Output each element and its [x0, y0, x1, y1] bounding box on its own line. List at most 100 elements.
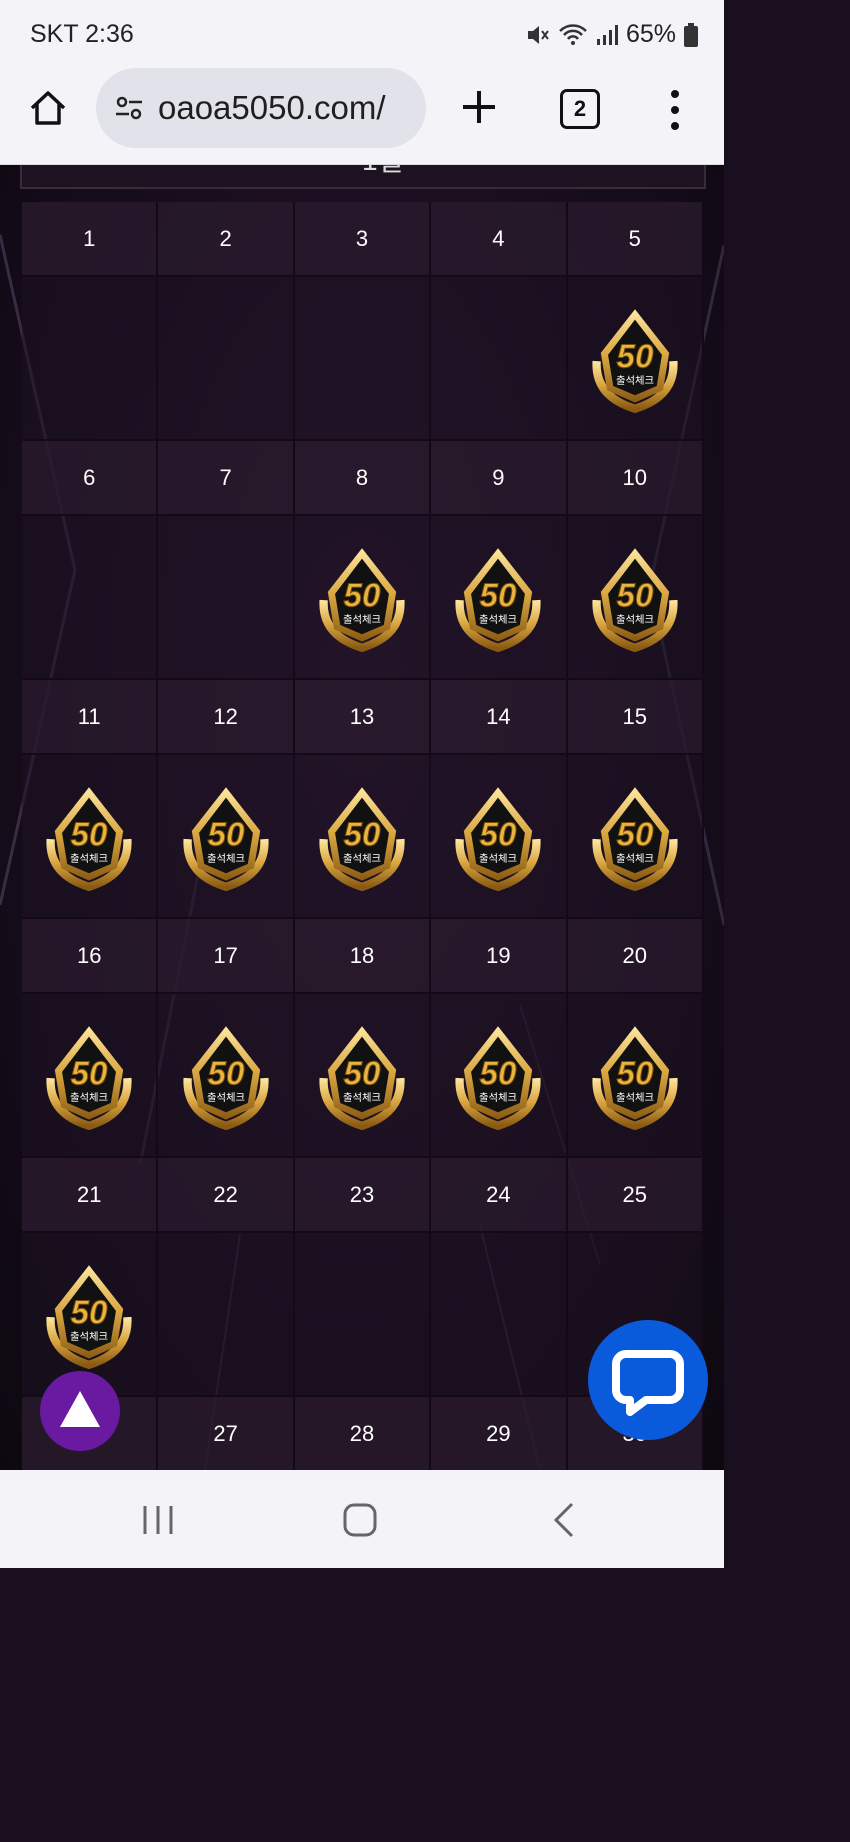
attendance-stamp: 50 출석체크: [431, 516, 568, 680]
attendance-calendar: 1 2 3 4 5 50 출석체크 6 7 8 9 10 50 출석체크 50 출석체크 50 출석체크 11 12 1…: [22, 202, 704, 1470]
day-number: 21: [22, 1158, 159, 1233]
new-tab-icon[interactable]: [458, 86, 500, 128]
empty-day-cell: [431, 1233, 568, 1397]
calendar-day-row: 16 17 18 19 20: [22, 919, 704, 994]
day-number: 13: [294, 680, 432, 755]
badge-number: 50: [71, 1294, 108, 1331]
day-number: 3: [294, 202, 432, 277]
badge-caption: 출석체크: [343, 614, 381, 626]
badge-number: 50: [480, 816, 517, 853]
attendance-stamp: 50 출석체크: [22, 994, 159, 1158]
attendance-stamp: 50 출석체크: [294, 755, 432, 919]
badge-number: 50: [344, 577, 381, 614]
day-number: 23: [294, 1158, 432, 1233]
home-icon[interactable]: [26, 86, 70, 130]
attendance-stamp: 50 출석체크: [567, 277, 704, 441]
day-number: 22: [158, 1158, 295, 1233]
calendar-stamp-row: 50 출석체크 50 출석체크 50 출석체크 50 출석체크 50 출석체크: [22, 994, 704, 1158]
day-number: 17: [158, 919, 295, 994]
badge-caption: 출석체크: [616, 853, 654, 865]
badge-caption: 출석체크: [70, 1331, 108, 1343]
day-number: 5: [567, 202, 704, 277]
badge-caption: 출석체크: [207, 1092, 245, 1104]
status-icons: 65%: [524, 20, 698, 49]
chat-button[interactable]: [588, 1320, 708, 1440]
empty-day-cell: [158, 277, 295, 441]
day-number: 25: [567, 1158, 704, 1233]
empty-day-cell: [158, 1233, 295, 1397]
up-arrow-icon: [60, 1391, 100, 1427]
badge-number: 50: [480, 1055, 517, 1092]
empty-day-cell: [158, 516, 295, 680]
day-number: 12: [158, 680, 295, 755]
day-number: 27: [158, 1397, 295, 1470]
day-number: 15: [567, 680, 704, 755]
browser-toolbar: oaoa5050.com/ 2: [0, 66, 724, 165]
scroll-top-button[interactable]: [40, 1371, 120, 1451]
empty-day-cell: [431, 277, 568, 441]
badge-number: 50: [616, 816, 653, 853]
day-number: 7: [158, 441, 295, 516]
badge-caption: 출석체크: [343, 1092, 381, 1104]
badge-caption: 출석체크: [70, 1092, 108, 1104]
badge-number: 50: [207, 1055, 244, 1092]
day-number: 1: [22, 202, 159, 277]
empty-day-cell: [22, 516, 159, 680]
attendance-stamp: 50 출석체크: [431, 994, 568, 1158]
calendar-stamp-row: 50 출석체크 50 출석체크 50 출석체크 50 출석체크 50 출석체크: [22, 755, 704, 919]
day-number: 8: [294, 441, 432, 516]
home-nav-icon[interactable]: [342, 1502, 378, 1538]
badge-number: 50: [71, 1055, 108, 1092]
badge-caption: 출석체크: [343, 853, 381, 865]
day-number: 6: [22, 441, 159, 516]
attendance-stamp: 50 출석체크: [158, 994, 295, 1158]
day-number: 2: [158, 202, 295, 277]
calendar-day-row: 6 7 8 9 10: [22, 441, 704, 516]
back-icon[interactable]: [552, 1502, 576, 1538]
empty-day-cell: [294, 1233, 432, 1397]
tab-switcher-button[interactable]: 2: [560, 89, 600, 129]
day-number: 16: [22, 919, 159, 994]
calendar-day-row: 21 22 23 24 25: [22, 1158, 704, 1233]
day-number: 18: [294, 919, 432, 994]
day-number: 20: [567, 919, 704, 994]
day-number: 14: [431, 680, 568, 755]
wifi-icon: [559, 23, 587, 45]
system-nav-bar: [0, 1470, 724, 1568]
empty-day-cell: [294, 277, 432, 441]
chat-icon: [612, 1350, 684, 1416]
recent-apps-icon[interactable]: [140, 1504, 176, 1536]
site-settings-icon[interactable]: [114, 93, 144, 123]
badge-caption: 출석체크: [616, 1092, 654, 1104]
badge-number: 50: [71, 816, 108, 853]
calendar-stamp-row: 50 출석체크 50 출석체크 50 출석체크: [22, 516, 704, 680]
attendance-stamp: 50 출석체크: [431, 755, 568, 919]
calendar-day-row: 12345: [22, 202, 704, 277]
battery-percent: 65%: [625, 20, 676, 48]
status-time: SKT 2:36: [30, 20, 134, 48]
badge-number: 50: [480, 577, 517, 614]
day-number: 24: [431, 1158, 568, 1233]
badge-caption: 출석체크: [479, 1092, 517, 1104]
badge-caption: 출석체크: [616, 375, 654, 387]
url-text: oaoa5050.com/: [158, 89, 386, 126]
badge-number: 50: [207, 816, 244, 853]
day-number: 11: [22, 680, 159, 755]
badge-number: 50: [344, 1055, 381, 1092]
day-number: 10: [567, 441, 704, 516]
more-menu-icon[interactable]: [668, 88, 682, 132]
badge-caption: 출석체크: [479, 614, 517, 626]
status-bar: SKT 2:36 65%: [0, 0, 724, 66]
mute-icon: [527, 25, 549, 44]
day-number: 4: [431, 202, 568, 277]
calendar-title: 1일: [362, 165, 403, 179]
badge-caption: 출석체크: [479, 853, 517, 865]
badge-number: 50: [616, 338, 653, 375]
day-number: 9: [431, 441, 568, 516]
badge-caption: 출석체크: [70, 853, 108, 865]
badge-number: 50: [616, 577, 653, 614]
badge-number: 50: [616, 1055, 653, 1092]
address-bar[interactable]: oaoa5050.com/: [96, 68, 426, 148]
attendance-stamp: 50 출석체크: [22, 755, 159, 919]
signal-icon: [596, 24, 618, 45]
